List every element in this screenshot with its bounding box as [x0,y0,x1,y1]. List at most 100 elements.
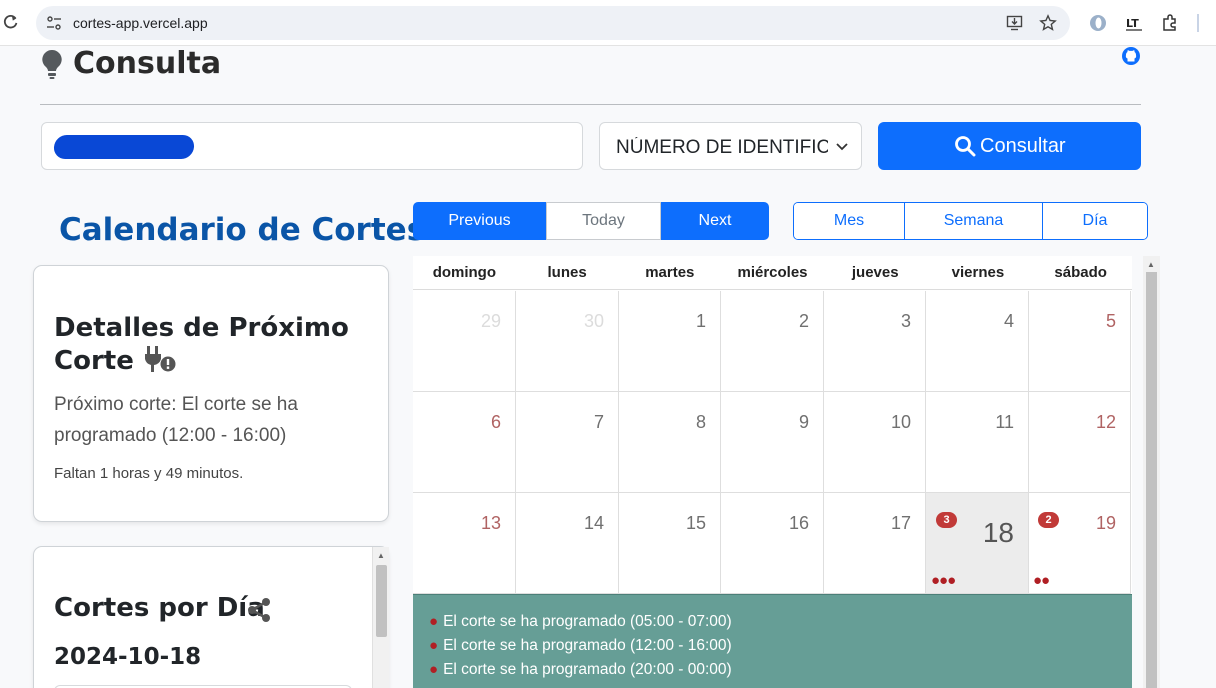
svg-text:LT: LT [1126,17,1139,30]
event-dot-icon: ● [429,661,439,678]
search-icon [955,136,976,157]
selected-date: 2024-10-18 [54,644,202,670]
next-cut-title: Detalles de Próximo Corte [54,312,364,378]
reload-icon[interactable] [2,12,20,32]
day-cell[interactable]: 1 [618,291,721,392]
day-cell[interactable]: 4 [926,291,1029,392]
day-number: 29 [480,311,501,331]
event-count-badge: 2 [1038,512,1059,528]
weekday-header: domingo lunes martes miércoles jueves vi… [413,256,1132,290]
day-number: 9 [798,412,809,432]
next-cut-title-line1: Detalles de Próximo [54,313,349,343]
browser-toolbar: cortes-app.vercel.app LT [0,0,1216,46]
next-cut-remaining: Faltan 1 horas y 49 minutos. [54,465,244,482]
day-cell[interactable]: 11 [926,392,1029,493]
day-cell[interactable]: 2 19 ●● [1028,493,1131,594]
day-cell-selected[interactable]: 3 18 ●●● [926,493,1029,594]
cuts-by-day-card: Cortes por Día 2024-10-18 ▲ [33,546,389,688]
weekday-label: jueves [851,264,899,281]
day-number: 17 [890,513,911,533]
event-item[interactable]: ● El corte se ha programado (05:00 - 07:0… [429,613,732,631]
next-cut-message: Próximo corte: El corte se ha programado… [54,394,298,446]
day-cell[interactable]: 10 [823,392,926,493]
header-divider [40,104,1141,105]
extension-opera-icon[interactable] [1088,13,1108,33]
extensions-puzzle-icon[interactable] [1160,13,1180,33]
scroll-up-arrow-icon[interactable]: ▲ [1147,260,1155,269]
day-number: 7 [593,412,604,432]
share-icon[interactable] [246,597,272,623]
day-number: 14 [583,513,604,533]
day-cell[interactable]: 13 [413,493,516,594]
id-type-selected-value: NÚMERO DE IDENTIFICACIÓN [616,137,828,158]
day-cell[interactable]: 5 [1028,291,1131,392]
day-number: 15 [685,513,706,533]
day-number: 3 [900,311,911,331]
day-number: 6 [490,412,501,432]
address-bar[interactable]: cortes-app.vercel.app [36,6,1070,40]
day-cell[interactable]: 7 [516,392,619,493]
event-label: El corte se ha programado (05:00 - 07:00… [443,613,732,630]
event-item[interactable]: ● El corte se ha programado (12:00 - 16:0… [429,637,732,655]
day-cell[interactable]: 6 [413,392,516,493]
weekday-label: miércoles [737,264,808,281]
calendar-heading: Calendario de Cortes [59,212,426,248]
day-cell[interactable]: 14 [516,493,619,594]
scroll-up-arrow-icon[interactable]: ▲ [377,551,385,560]
day-cell[interactable]: 12 [1028,392,1131,493]
scrollbar-thumb[interactable] [376,565,387,637]
day-number: 11 [995,412,1014,432]
card-scrollbar[interactable]: ▲ [372,547,389,688]
day-number: 19 [1095,513,1116,533]
day-cell[interactable]: 2 [721,291,824,392]
day-cell[interactable]: 17 [823,493,926,594]
install-app-icon[interactable] [1006,14,1024,32]
day-cell[interactable]: 8 [618,392,721,493]
weekday-label: domingo [432,264,497,281]
consult-button[interactable]: Consultar [878,122,1141,170]
week-view-button[interactable]: Semana [905,203,1043,239]
event-label: El corte se ha programado (12:00 - 16:00… [443,637,732,654]
day-number: 10 [890,412,911,432]
day-cell[interactable]: 29 [413,291,516,392]
day-cell[interactable]: 9 [721,392,824,493]
event-dots: ●●● [931,572,956,589]
day-number: 12 [1095,412,1116,432]
extension-translate-icon[interactable]: LT [1124,13,1144,33]
day-number: 18 [982,517,1014,548]
url-text[interactable]: cortes-app.vercel.app [73,15,208,31]
month-calendar: domingo lunes martes miércoles jueves vi… [413,256,1132,688]
previous-button[interactable]: Previous [413,202,546,240]
next-cut-card: Detalles de Próximo Corte Próximo corte:… [33,265,389,522]
weekday-label: lunes [547,264,587,281]
id-type-select[interactable]: NÚMERO DE IDENTIFICACIÓN [599,122,862,170]
day-cell[interactable]: 16 [721,493,824,594]
bookmark-star-icon[interactable] [1039,14,1057,32]
day-view-button[interactable]: Día [1043,203,1147,239]
calendar-nav-group: Previous Today Next [413,202,769,240]
github-icon[interactable] [1121,46,1141,66]
weekday-label: martes [645,264,695,281]
id-number-input[interactable] [41,122,583,170]
scrollbar-thumb[interactable] [1146,272,1157,688]
page-title: Consulta [73,46,222,81]
day-number: 5 [1105,311,1116,331]
event-dots: ●● [1033,572,1050,589]
day-cell[interactable]: 3 [823,291,926,392]
weekday-label: viernes [951,264,1005,281]
day-cell[interactable]: 30 [516,291,619,392]
day-number: 13 [480,513,501,533]
day-cell[interactable]: 15 [618,493,721,594]
today-button[interactable]: Today [546,202,661,240]
redacted-value [53,135,195,159]
day-number: 30 [583,311,604,331]
calendar-view-group: Mes Semana Día [793,202,1148,240]
day-number: 2 [798,311,809,331]
month-view-button[interactable]: Mes [794,203,905,239]
event-dot-icon: ● [429,613,439,630]
site-settings-icon[interactable] [46,15,62,31]
event-item[interactable]: ● El corte se ha programado (20:00 - 00:0… [429,661,732,679]
calendar-scrollbar[interactable]: ▲ [1143,256,1160,688]
next-button[interactable]: Next [661,202,769,240]
day-number: 1 [695,311,706,331]
